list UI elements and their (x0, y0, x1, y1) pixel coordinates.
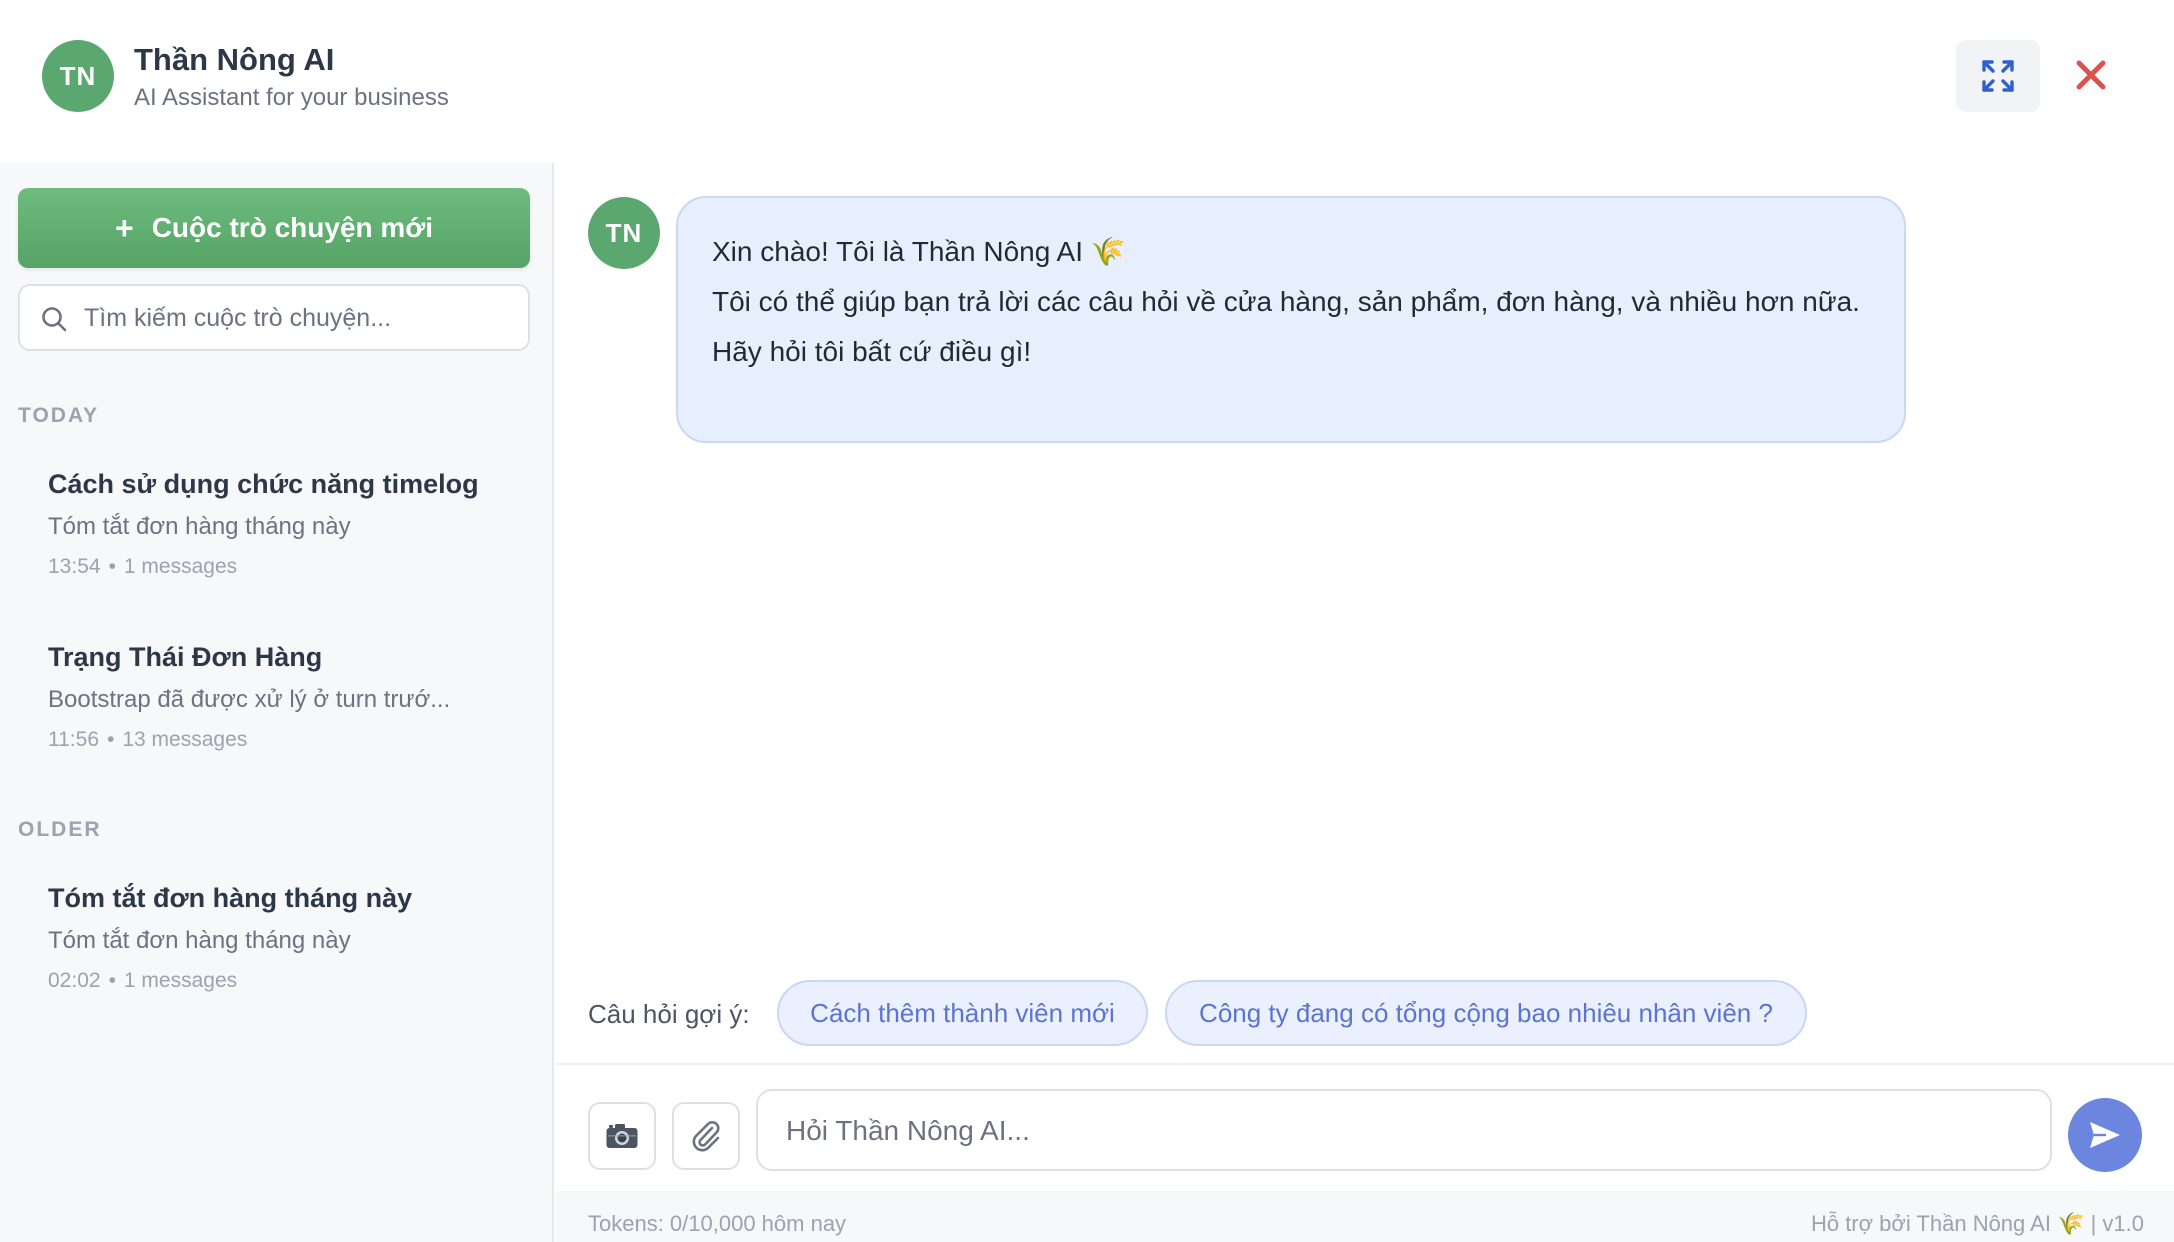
send-icon (2090, 1122, 2120, 1148)
expand-button[interactable] (1956, 40, 2040, 112)
conversation-title: Cách sử dụng chức năng timelog (48, 469, 479, 499)
new-chat-button[interactable]: + Cuộc trò chuyện mới (18, 188, 530, 268)
token-usage: Tokens: 0/10,000 hôm nay (588, 1211, 847, 1236)
search-icon (42, 307, 67, 332)
conversation-title: Trạng Thái Đơn Hàng (48, 642, 323, 672)
composer-divider (556, 1063, 2174, 1065)
conversation-time: 11:56 (48, 728, 99, 751)
welcome-line-greeting: Xin chào! Tôi là Thần Nông AI 🌾 (712, 236, 1126, 267)
conversation-item[interactable]: Cách sử dụng chức năng timelog Tóm tắt đ… (18, 469, 530, 619)
conversation-sidebar: + Cuộc trò chuyện mới TODAY Cách sử dụng… (0, 163, 554, 1242)
suggestions-label: Câu hỏi gợi ý: (588, 999, 750, 1029)
plus-icon: + (115, 209, 134, 246)
conversation-title: Tóm tắt đơn hàng tháng này (48, 883, 413, 913)
conversation-search[interactable] (18, 284, 530, 351)
suggestion-chip[interactable]: Cách thêm thành viên mới (777, 980, 1148, 1046)
conversation-meta: 02:02 • 1 messages (48, 969, 238, 992)
welcome-line-prompt: Hãy hỏi tôi bất cứ điều gì! (712, 336, 1032, 367)
conversation-preview: Tóm tắt đơn hàng tháng này (48, 927, 351, 954)
camera-icon (606, 1124, 638, 1148)
conversation-count: 1 messages (123, 969, 238, 992)
attach-file-button[interactable] (672, 1102, 740, 1170)
message-input[interactable] (786, 1109, 2016, 1153)
conversation-meta: 11:56 • 13 messages (48, 728, 248, 751)
assistant-subtitle: AI Assistant for your business (134, 84, 449, 111)
chat-header: TN Thần Nông AI AI Assistant for your bu… (0, 0, 2174, 163)
new-chat-label: Cuộc trò chuyện mới (151, 212, 433, 243)
conversation-preview: Tóm tắt đơn hàng tháng này (48, 513, 351, 540)
conversation-count: 13 messages (122, 728, 248, 751)
close-icon (2076, 60, 2106, 90)
suggestion-chip[interactable]: Công ty đang có tổng cộng bao nhiêu nhân… (1165, 980, 1807, 1046)
conversation-item[interactable]: Tóm tắt đơn hàng tháng này Tóm tắt đơn h… (18, 883, 530, 1033)
chat-main: TN Xin chào! Tôi là Thần Nông AI 🌾 Tôi c… (556, 163, 2174, 1242)
conversation-item[interactable]: Trạng Thái Đơn Hàng Bootstrap đã được xử… (18, 642, 530, 792)
conversation-time: 02:02 (48, 969, 101, 992)
conversation-time: 13:54 (48, 555, 101, 578)
search-input[interactable] (84, 298, 514, 338)
chat-widget: TN Thần Nông AI AI Assistant for your bu… (0, 0, 2174, 1242)
powered-by: Hỗ trợ bởi Thần Nông AI 🌾 | v1.0 (1810, 1211, 2144, 1236)
paperclip-icon (692, 1121, 720, 1152)
message-composer[interactable] (756, 1089, 2052, 1171)
section-label-today: TODAY (18, 404, 100, 427)
send-button[interactable] (2068, 1098, 2142, 1172)
conversation-count: 1 messages (123, 555, 238, 578)
bot-avatar: TN (588, 197, 660, 269)
welcome-line-capabilities: Tôi có thể giúp bạn trả lời các câu hỏi … (712, 286, 1860, 317)
conversation-preview: Bootstrap đã được xử lý ở turn trướ... (48, 686, 451, 713)
camera-button[interactable] (588, 1102, 656, 1170)
conversation-meta: 13:54 • 1 messages (48, 555, 238, 578)
section-label-older: OLDER (18, 818, 102, 841)
expand-icon (1982, 60, 2014, 92)
welcome-message-bubble: Xin chào! Tôi là Thần Nông AI 🌾 Tôi có t… (676, 196, 1906, 443)
close-button[interactable] (2070, 45, 2112, 105)
assistant-avatar: TN (42, 40, 114, 112)
assistant-name: Thần Nông AI (134, 42, 335, 77)
